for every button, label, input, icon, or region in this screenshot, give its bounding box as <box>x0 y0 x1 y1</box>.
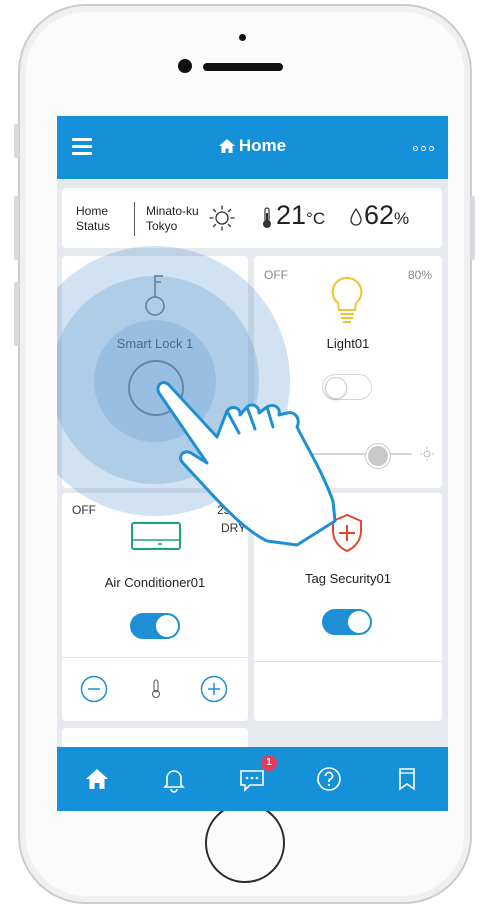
home-status-line2: Status <box>76 219 111 233</box>
aircon-divider <box>62 657 248 658</box>
home-status-line1: Home <box>76 204 109 218</box>
light-brightness-text: 80% <box>407 268 432 282</box>
power-button <box>470 196 475 260</box>
temperature-unit: °C <box>306 209 326 228</box>
help-icon[interactable] <box>315 765 343 793</box>
humidity-drop-icon <box>350 208 362 226</box>
volume-up-button <box>14 196 19 260</box>
aircon-name: Air Conditioner01 <box>104 575 206 590</box>
security-name: Tag Security01 <box>305 571 391 586</box>
bottom-navigation: 1 <box>57 747 448 811</box>
brightness-slider-handle[interactable] <box>366 444 390 468</box>
thermometer-icon <box>263 207 271 228</box>
temperature-value: 21 <box>276 200 307 230</box>
earpiece-speaker <box>203 63 283 71</box>
sun-icon <box>209 205 235 231</box>
page-title: Home <box>57 136 448 156</box>
humidity-unit: % <box>394 209 410 228</box>
aircon-toggle[interactable] <box>130 613 180 639</box>
location-line2: Tokyo <box>146 219 178 233</box>
page-title-text: Home <box>238 136 287 155</box>
brightness-sun-icon <box>420 447 434 461</box>
security-toggle[interactable] <box>322 609 372 635</box>
location-line1: Minato-ku <box>146 204 199 218</box>
thermometer-icon <box>152 679 160 698</box>
humidity-value: 62 <box>364 200 395 230</box>
light-state-text: OFF <box>264 268 288 282</box>
tap-hand-icon <box>156 381 337 547</box>
chat-badge: 1 <box>261 755 277 771</box>
home-icon[interactable] <box>83 765 111 793</box>
humidity-readout: 62% <box>364 200 409 231</box>
bulb-icon <box>331 276 363 323</box>
home-icon <box>218 139 235 153</box>
volume-down-button <box>14 282 19 346</box>
home-status-card: Home Status Minato-ku Tokyo 21°C 62% <box>62 188 442 248</box>
security-divider <box>254 661 442 662</box>
aircon-state-text: OFF <box>72 503 96 517</box>
temperature-readout: 21°C <box>276 200 325 231</box>
silent-switch <box>14 124 19 158</box>
home-hardware-button[interactable] <box>205 803 285 883</box>
chat-icon[interactable] <box>238 765 266 793</box>
temp-decrease-icon[interactable] <box>80 675 108 703</box>
temp-increase-icon[interactable] <box>200 675 228 703</box>
status-divider <box>134 202 135 236</box>
top-bar: Home <box>57 116 448 179</box>
proximity-sensor <box>239 34 246 41</box>
home-status-label: Home Status <box>76 204 110 234</box>
more-options-icon[interactable] <box>413 146 434 151</box>
bell-icon[interactable] <box>160 765 188 793</box>
app-screen: Home Home Status Minato-ku Tokyo 21°C 62… <box>57 116 448 811</box>
bookmark-icon[interactable] <box>393 765 421 793</box>
location: Minato-ku Tokyo <box>146 204 199 234</box>
front-camera <box>178 59 192 73</box>
